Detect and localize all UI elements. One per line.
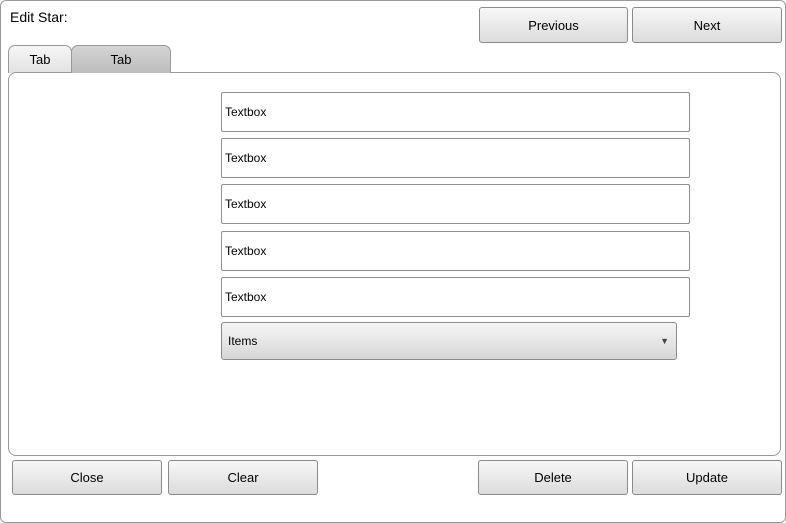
- dropdown-selected-value: Items: [228, 334, 258, 348]
- window-title: Edit Star:: [10, 9, 68, 25]
- textbox-4[interactable]: [221, 231, 690, 271]
- previous-button[interactable]: Previous: [479, 7, 628, 43]
- tab-1[interactable]: Tab: [8, 45, 72, 73]
- tab-2[interactable]: Tab: [71, 45, 171, 73]
- textbox-5[interactable]: [221, 277, 690, 317]
- update-button[interactable]: Update: [632, 460, 782, 495]
- items-dropdown[interactable]: Items ▼: [221, 322, 677, 360]
- chevron-down-icon: ▼: [660, 336, 669, 346]
- textbox-2[interactable]: [221, 138, 690, 178]
- delete-button[interactable]: Delete: [478, 460, 628, 495]
- next-button[interactable]: Next: [632, 7, 782, 43]
- edit-star-window: Edit Star: Previous Next Tab Tab Items ▼…: [0, 0, 786, 523]
- clear-button[interactable]: Clear: [168, 460, 318, 495]
- textbox-1[interactable]: [221, 92, 690, 132]
- textbox-3[interactable]: [221, 184, 690, 224]
- close-button[interactable]: Close: [12, 460, 162, 495]
